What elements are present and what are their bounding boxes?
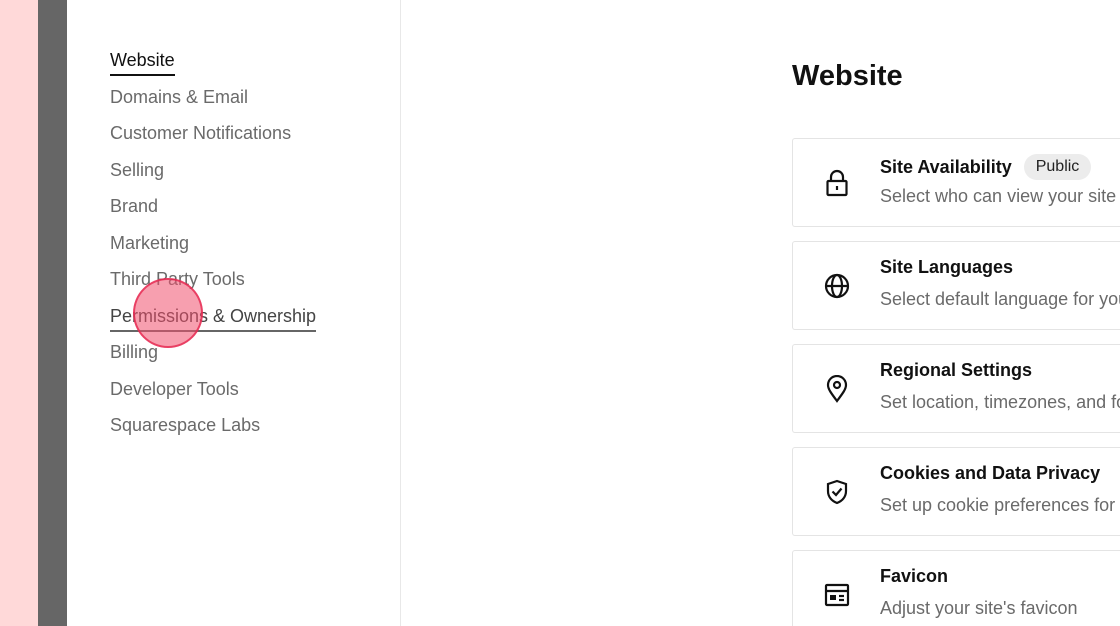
settings-page: Website Domains & Email Customer Notific… — [0, 0, 1120, 626]
sidebar-item-customer-notifications[interactable]: Customer Notifications — [110, 119, 316, 156]
sidebar-item-label: Developer Tools — [110, 378, 239, 399]
card-description: Select who can view your site — [880, 186, 1117, 206]
sidebar-item-domains-email[interactable]: Domains & Email — [110, 83, 316, 120]
card-title: Cookies and Data Privacy — [880, 463, 1101, 483]
card-regional-settings[interactable]: Regional Settings Set location, timezone… — [792, 344, 1120, 433]
sidebar-item-label: Selling — [110, 159, 165, 180]
card-title: Regional Settings — [880, 360, 1033, 380]
settings-sidebar: Website Domains & Email Customer Notific… — [67, 0, 401, 626]
browser-window-icon — [823, 581, 851, 609]
sidebar-item-squarespace-labs[interactable]: Squarespace Labs — [110, 411, 316, 448]
card-description: Set location, timezones, and formats — [880, 392, 1120, 412]
globe-icon — [823, 272, 851, 300]
card-description: Select default language for your site — [880, 289, 1120, 309]
sidebar-nav: Website Domains & Email Customer Notific… — [110, 46, 317, 448]
card-favicon[interactable]: Favicon Adjust your site's favicon — [792, 550, 1120, 626]
sidebar-item-brand[interactable]: Brand — [110, 192, 316, 229]
settings-main: Website Site Availability Public Select … — [402, 0, 1120, 626]
sidebar-item-label: Billing — [110, 342, 159, 362]
sidebar-item-developer-tools[interactable]: Developer Tools — [110, 375, 316, 412]
sidebar-item-permissions-ownership[interactable]: Permissions & Ownership — [110, 302, 317, 339]
card-site-languages[interactable]: Site Languages Select default language f… — [792, 241, 1120, 330]
card-title: Favicon — [880, 566, 949, 586]
status-badge: Public — [1023, 154, 1092, 180]
panel-shadow — [38, 0, 67, 626]
card-title: Site Languages — [880, 257, 1014, 277]
sidebar-item-label: Domains & Email — [110, 86, 249, 107]
sidebar-item-label: Customer Notifications — [110, 123, 292, 143]
sidebar-item-label: Website — [110, 46, 175, 76]
card-site-availability[interactable]: Site Availability Public Select who can … — [792, 138, 1120, 227]
sidebar-item-third-party-tools[interactable]: Third Party Tools — [110, 265, 316, 302]
sidebar-item-website[interactable]: Website — [110, 46, 316, 83]
sidebar-item-selling[interactable]: Selling — [110, 156, 316, 193]
settings-card-list: Site Availability Public Select who can … — [792, 138, 1120, 626]
sidebar-item-label: Marketing — [110, 232, 190, 253]
sidebar-item-label: Third Party Tools — [110, 269, 245, 289]
card-title: Site Availability — [880, 156, 1012, 177]
sidebar-item-label: Squarespace Labs — [110, 415, 261, 435]
card-cookies-data-privacy[interactable]: Cookies and Data Privacy Set up cookie p… — [792, 447, 1120, 536]
lock-icon — [823, 169, 851, 197]
page-title: Website — [792, 60, 903, 92]
shield-check-icon — [823, 478, 851, 506]
sidebar-item-marketing[interactable]: Marketing — [110, 229, 316, 266]
sidebar-item-label: Brand — [110, 196, 159, 216]
sidebar-item-billing[interactable]: Billing — [110, 338, 316, 375]
card-description: Set up cookie preferences for your site — [880, 495, 1120, 515]
location-pin-icon — [823, 375, 851, 403]
card-description: Adjust your site's favicon — [880, 598, 1078, 618]
sidebar-item-label: Permissions & Ownership — [110, 302, 317, 332]
background-strip — [0, 0, 38, 626]
